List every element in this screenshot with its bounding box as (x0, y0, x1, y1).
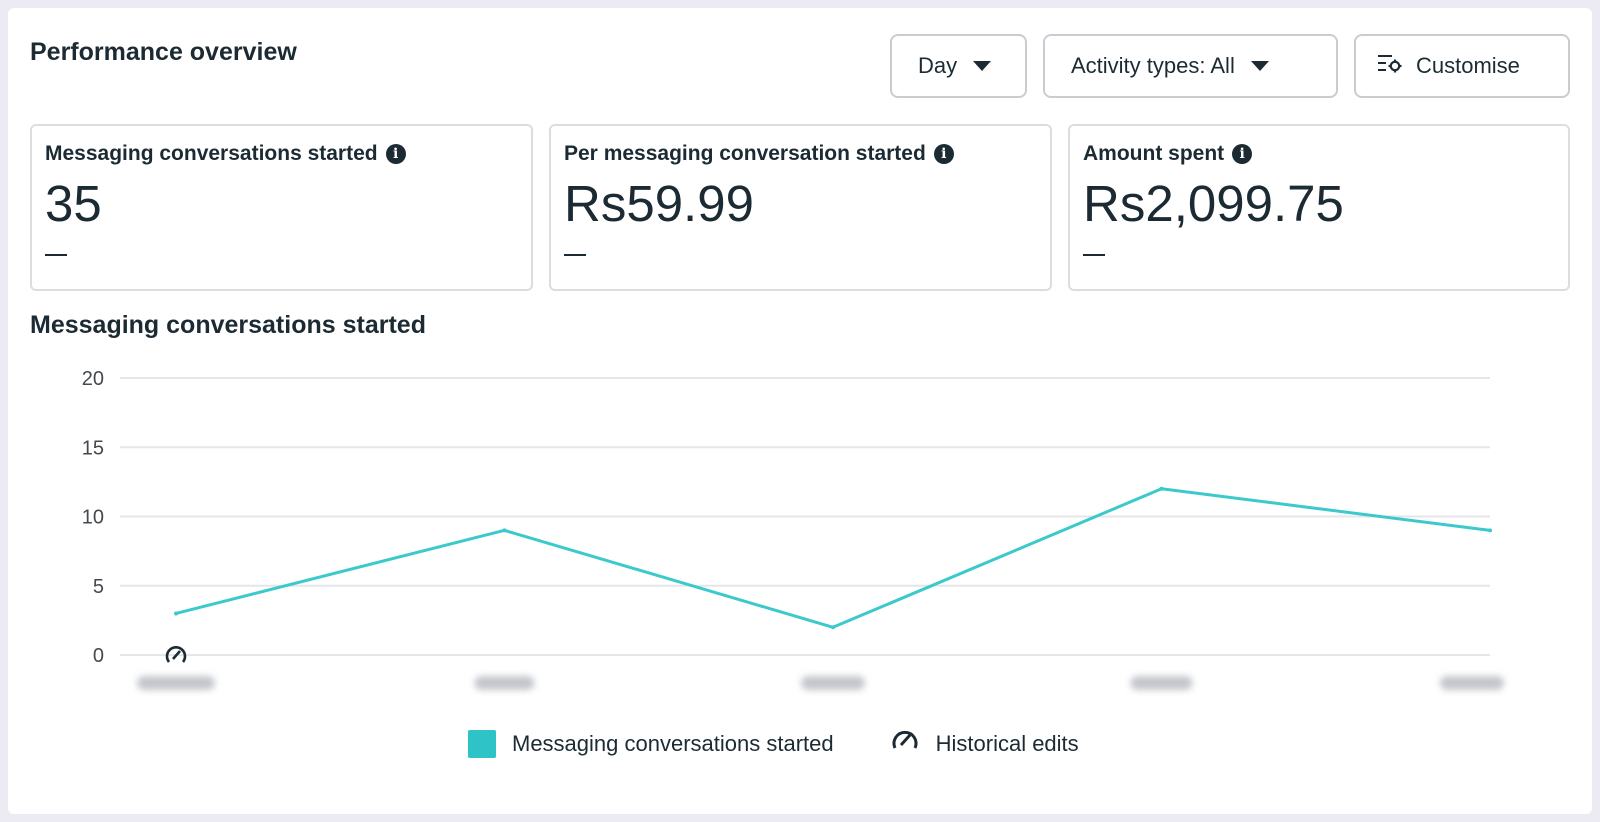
legend-swatch (468, 730, 496, 758)
x-tick-label (137, 676, 215, 690)
chart-legend: Messaging conversations started Historic… (468, 728, 1079, 760)
performance-overview-panel: Performance overview Day Activity types:… (8, 8, 1592, 814)
data-point (1159, 486, 1164, 491)
y-tick-label: 15 (82, 437, 104, 459)
x-tick-label (474, 676, 535, 690)
y-tick-label: 5 (93, 576, 104, 598)
y-tick-label: 0 (93, 645, 104, 667)
series-line (175, 487, 1491, 629)
legend-edits-label: Historical edits (935, 731, 1079, 756)
gauge-pencil-icon (890, 728, 920, 760)
x-tick-label (801, 676, 865, 690)
y-tick-label: 10 (82, 507, 104, 529)
line-chart: 0 5 10 15 20 (82, 368, 1504, 690)
legend-series-label: Messaging conversations started (512, 731, 834, 756)
y-tick-label: 20 (82, 368, 104, 390)
x-tick-label (1440, 676, 1504, 690)
legend-item-series[interactable]: Messaging conversations started (468, 730, 834, 758)
data-point (1488, 528, 1492, 533)
legend-item-historical-edits[interactable]: Historical edits (890, 728, 1079, 760)
data-point (502, 528, 507, 533)
data-point (174, 611, 178, 616)
x-tick-label (1130, 676, 1193, 690)
data-point (831, 625, 835, 630)
